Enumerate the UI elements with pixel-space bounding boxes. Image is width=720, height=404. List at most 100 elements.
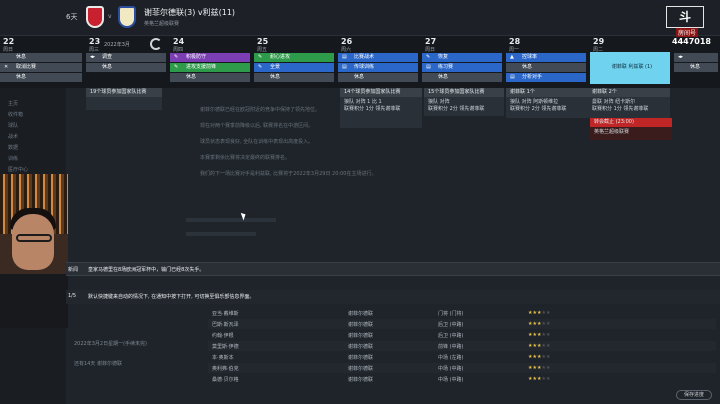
popup-body: 狼队 对阵 阿斯顿维拉 联赛积分 2分 领先谢菲联 (510, 99, 567, 112)
table-cell-name: 巴斯·斯瓦泽 (212, 322, 239, 328)
sidebar-item[interactable]: 收件箱 (8, 111, 23, 118)
calendar-event[interactable]: ▤ 练习赛 (422, 63, 502, 72)
person-shirt (0, 274, 68, 328)
calendar-day[interactable]: 28 周一 ▲ 控球率 休息 ▤ 分析对手 (506, 36, 588, 88)
calendar-event[interactable]: ✎ 耐心进攻 (254, 53, 334, 62)
calendar-event[interactable]: ✕ 取消比赛 (0, 63, 82, 72)
popup-header: 15个球员参加国家队比赛 (424, 88, 504, 97)
calendar-day[interactable]: 29 周二 谢菲联 利兹联 (1) (590, 36, 672, 88)
event-label: 积极防守 (186, 54, 207, 60)
calendar-day[interactable]: 22 周日 休息 ✕ 取消比赛 休息 (0, 36, 84, 88)
hint-text: 默认快捷键来自动的情况下, 在通知中按下打开, 可切换至俱乐部信息界面。 (88, 294, 255, 300)
calendar-event[interactable]: 休息 (254, 73, 334, 82)
calendar-popup[interactable]: 15个球员参加国家队比赛 狼队 对阵 联赛积分 2分 领先谢菲联 (424, 88, 504, 116)
news-line: 谢菲尔德联已经在欧冠附近的竞争中保持了领先地位。 (200, 107, 321, 113)
game-date: 2022年3月2日星期一(手续未完) (74, 341, 147, 347)
table-cell-club: 谢菲尔德联 (348, 344, 374, 350)
calendar-popup[interactable]: 转会截止 (23:00) 英格兰超级联赛 (590, 118, 672, 140)
table-row[interactable]: 莫里斯·伊德 谢菲尔德联 前锋 (中路) ★★★★★ (208, 341, 716, 351)
calendar-day[interactable]: ◂▸ 休息 (674, 36, 720, 88)
calendar-popup[interactable]: 谢菲联 2个 曼联 对阵 纽卡斯尔 联赛积分 1分 领先谢菲联 (588, 88, 670, 118)
calendar-event[interactable]: 休息 (0, 53, 82, 62)
calendar-day-number: 28 (509, 37, 521, 46)
news-ticker[interactable]: 新闻 皇家马德里在8场欧洲冠军杯中，输门已经8次失手。 (66, 262, 720, 276)
sidebar-item[interactable]: 主页 (8, 100, 18, 107)
away-crest-icon[interactable] (118, 6, 136, 28)
table-row[interactable]: 本·奥斯本 谢菲尔德联 中场 (左路) ★★★★★ (208, 352, 716, 362)
calendar-event[interactable]: 休息 (0, 73, 82, 82)
popup-body: 英格兰超级联赛 (594, 129, 630, 135)
calendar-day[interactable]: 23 周三 ◂▸ 调查 休息 (86, 36, 168, 88)
event-label: 休息 (354, 74, 365, 80)
calendar-day[interactable]: 27 周日 ✎ 恢复 ▤ 练习赛 休息 (422, 36, 504, 88)
calendar-event[interactable]: ◂▸ (674, 53, 718, 62)
popup-header: 谢菲联 2个 (588, 88, 670, 97)
event-label: 全景 (270, 64, 281, 70)
event-label: 取消比赛 (16, 64, 37, 70)
match-title[interactable]: 谢菲尔德联(3) v利兹(11) (144, 7, 235, 18)
calendar-event[interactable]: ✎ 全景 (254, 63, 334, 72)
table-cell-role: 后卫 (中路) (438, 333, 464, 339)
hint-bar[interactable]: 1/5 默认快捷键来自动的情况下, 在通知中按下打开, 可切换至俱乐部信息界面。 (66, 290, 720, 304)
calendar-day[interactable]: 25 周五 ✎ 耐心进攻 ✎ 全景 休息 (254, 36, 336, 88)
calendar-day-name: 周一 (509, 47, 520, 53)
calendar-day-name: 周日 (425, 47, 436, 53)
calendar-day[interactable]: 24 周四 ✎ 积极防守 ✎ 进攻支援前锋 休息 (170, 36, 252, 88)
calendar-event[interactable]: 休息 (506, 63, 586, 72)
sidebar-item[interactable]: 战术 (8, 133, 18, 140)
calendar-event[interactable]: ▲ 控球率 (506, 53, 586, 62)
table-row[interactable]: 桑德·贝尔格 谢菲尔德联 中场 (中路) ★★★★★ (208, 374, 716, 384)
days-until-match: 6天 (66, 13, 78, 21)
event-icon: ✎ (174, 54, 179, 60)
popup-header: 转会截止 (23:00) (590, 118, 672, 127)
home-crest-icon[interactable] (86, 6, 104, 28)
sidebar-item[interactable]: 医疗中心 (8, 166, 28, 173)
event-label: 休息 (690, 64, 701, 70)
table-row[interactable]: 巴斯·斯瓦泽 谢菲尔德联 后卫 (中路) ★★★★★ (208, 319, 716, 329)
sidebar-item[interactable]: 球队 (8, 122, 18, 129)
table-cell-club: 谢菲尔德联 (348, 322, 374, 328)
calendar-event[interactable]: ◂▸ 调查 (86, 53, 166, 62)
event-icon: ✎ (258, 54, 263, 60)
table-row[interactable]: 奥利弗·伯克 谢菲尔德联 中场 (中路) ★★★★★ (208, 363, 716, 373)
calendar-day-name: 周三 (89, 47, 100, 53)
calendar-event[interactable]: 休息 (338, 73, 418, 82)
star-rating-icon: ★★★★★ (528, 310, 551, 316)
event-icon: ▤ (510, 74, 515, 80)
calendar-popup[interactable]: 19个球员参加国家队比赛 (86, 88, 162, 110)
calendar-event[interactable]: ▤ 传球训练 (338, 63, 418, 72)
calendar-event[interactable]: 谢菲联 利兹联 (1) (590, 52, 670, 84)
calendar-event[interactable]: ✎ 进攻支援前锋 (170, 63, 250, 72)
calendar-day-number: 22 (3, 37, 15, 46)
calendar-event[interactable]: ✎ 恢复 (422, 53, 502, 62)
calendar-day-number: 24 (173, 37, 185, 46)
table-cell-name: 亚当·戴维斯 (212, 311, 239, 317)
table-cell-name: 约翰·伊根 (212, 333, 234, 339)
calendar-event[interactable]: 休息 (422, 73, 502, 82)
table-row[interactable]: 约翰·伊根 谢菲尔德联 后卫 (中路) ★★★★★ (208, 330, 716, 340)
popup-header: 谢菲联 1个 (506, 88, 588, 97)
table-row[interactable]: 亚当·戴维斯 谢菲尔德联 门将 (门将) ★★★★★ (208, 308, 716, 318)
event-icon: ✕ (4, 64, 9, 70)
calendar-day-name: 周四 (173, 47, 184, 53)
calendar-event[interactable]: 休息 (86, 63, 166, 72)
table-cell-club: 谢菲尔德联 (348, 377, 374, 383)
table-cell-role: 前锋 (中路) (438, 344, 464, 350)
calendar-popup[interactable]: 谢菲联 1个狼队 对阵 阿斯顿维拉 联赛积分 2分 领先谢菲联 (506, 88, 588, 118)
calendar-event[interactable]: 休息 (674, 63, 718, 72)
calendar-day[interactable]: 26 周六 ▤ 比赛战术 ▤ 传球训练 休息 (338, 36, 420, 88)
star-rating-icon: ★★★★★ (528, 343, 551, 349)
save-button[interactable]: 保存进度 (676, 390, 712, 400)
event-icon: ✎ (426, 54, 431, 60)
calendar-event[interactable]: ▤ 分析对手 (506, 73, 586, 82)
sidebar-item[interactable]: 训练 (8, 155, 18, 162)
sidebar-item[interactable]: 数据 (8, 144, 18, 151)
calendar-event[interactable]: ✎ 积极防守 (170, 53, 250, 62)
calendar-event[interactable]: ▤ 比赛战术 (338, 53, 418, 62)
news-ticker-text[interactable]: 皇家马德里在8场欧洲冠军杯中，输门已经8次失手。 (88, 266, 204, 273)
calendar-popup[interactable]: 14个球员参加国家队比赛 狼队 对阵 1 比 1 联赛积分 1分 领先谢菲联 (340, 88, 422, 128)
calendar-event[interactable]: 休息 (170, 73, 250, 82)
event-icon: ▤ (426, 64, 431, 70)
event-label: 耐心进攻 (270, 54, 291, 60)
news-line: 现在对两个赛季前降级以后, 联赛排名在中游区间。 (200, 123, 314, 129)
